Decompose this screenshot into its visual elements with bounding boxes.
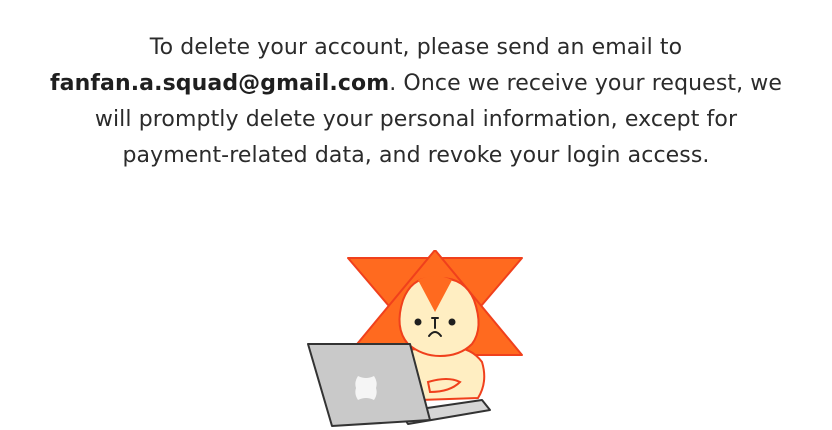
message-line-2-rest: . Once we receive your request, we (389, 71, 783, 96)
message-line-3: will promptly delete your personal infor… (94, 107, 738, 132)
message-line-1: To delete your account, please send an e… (149, 35, 683, 60)
message-line-4: payment-related data, and revoke your lo… (122, 143, 710, 168)
laptop-logo-icon (355, 376, 377, 400)
account-deletion-message: To delete your account, please send an e… (0, 30, 832, 174)
support-email: fanfan.a.squad@gmail.com (49, 71, 390, 96)
mascot-right-eye (448, 318, 456, 326)
mascot-left-eye (414, 318, 422, 326)
mascot-laptop-illustration (307, 250, 523, 427)
